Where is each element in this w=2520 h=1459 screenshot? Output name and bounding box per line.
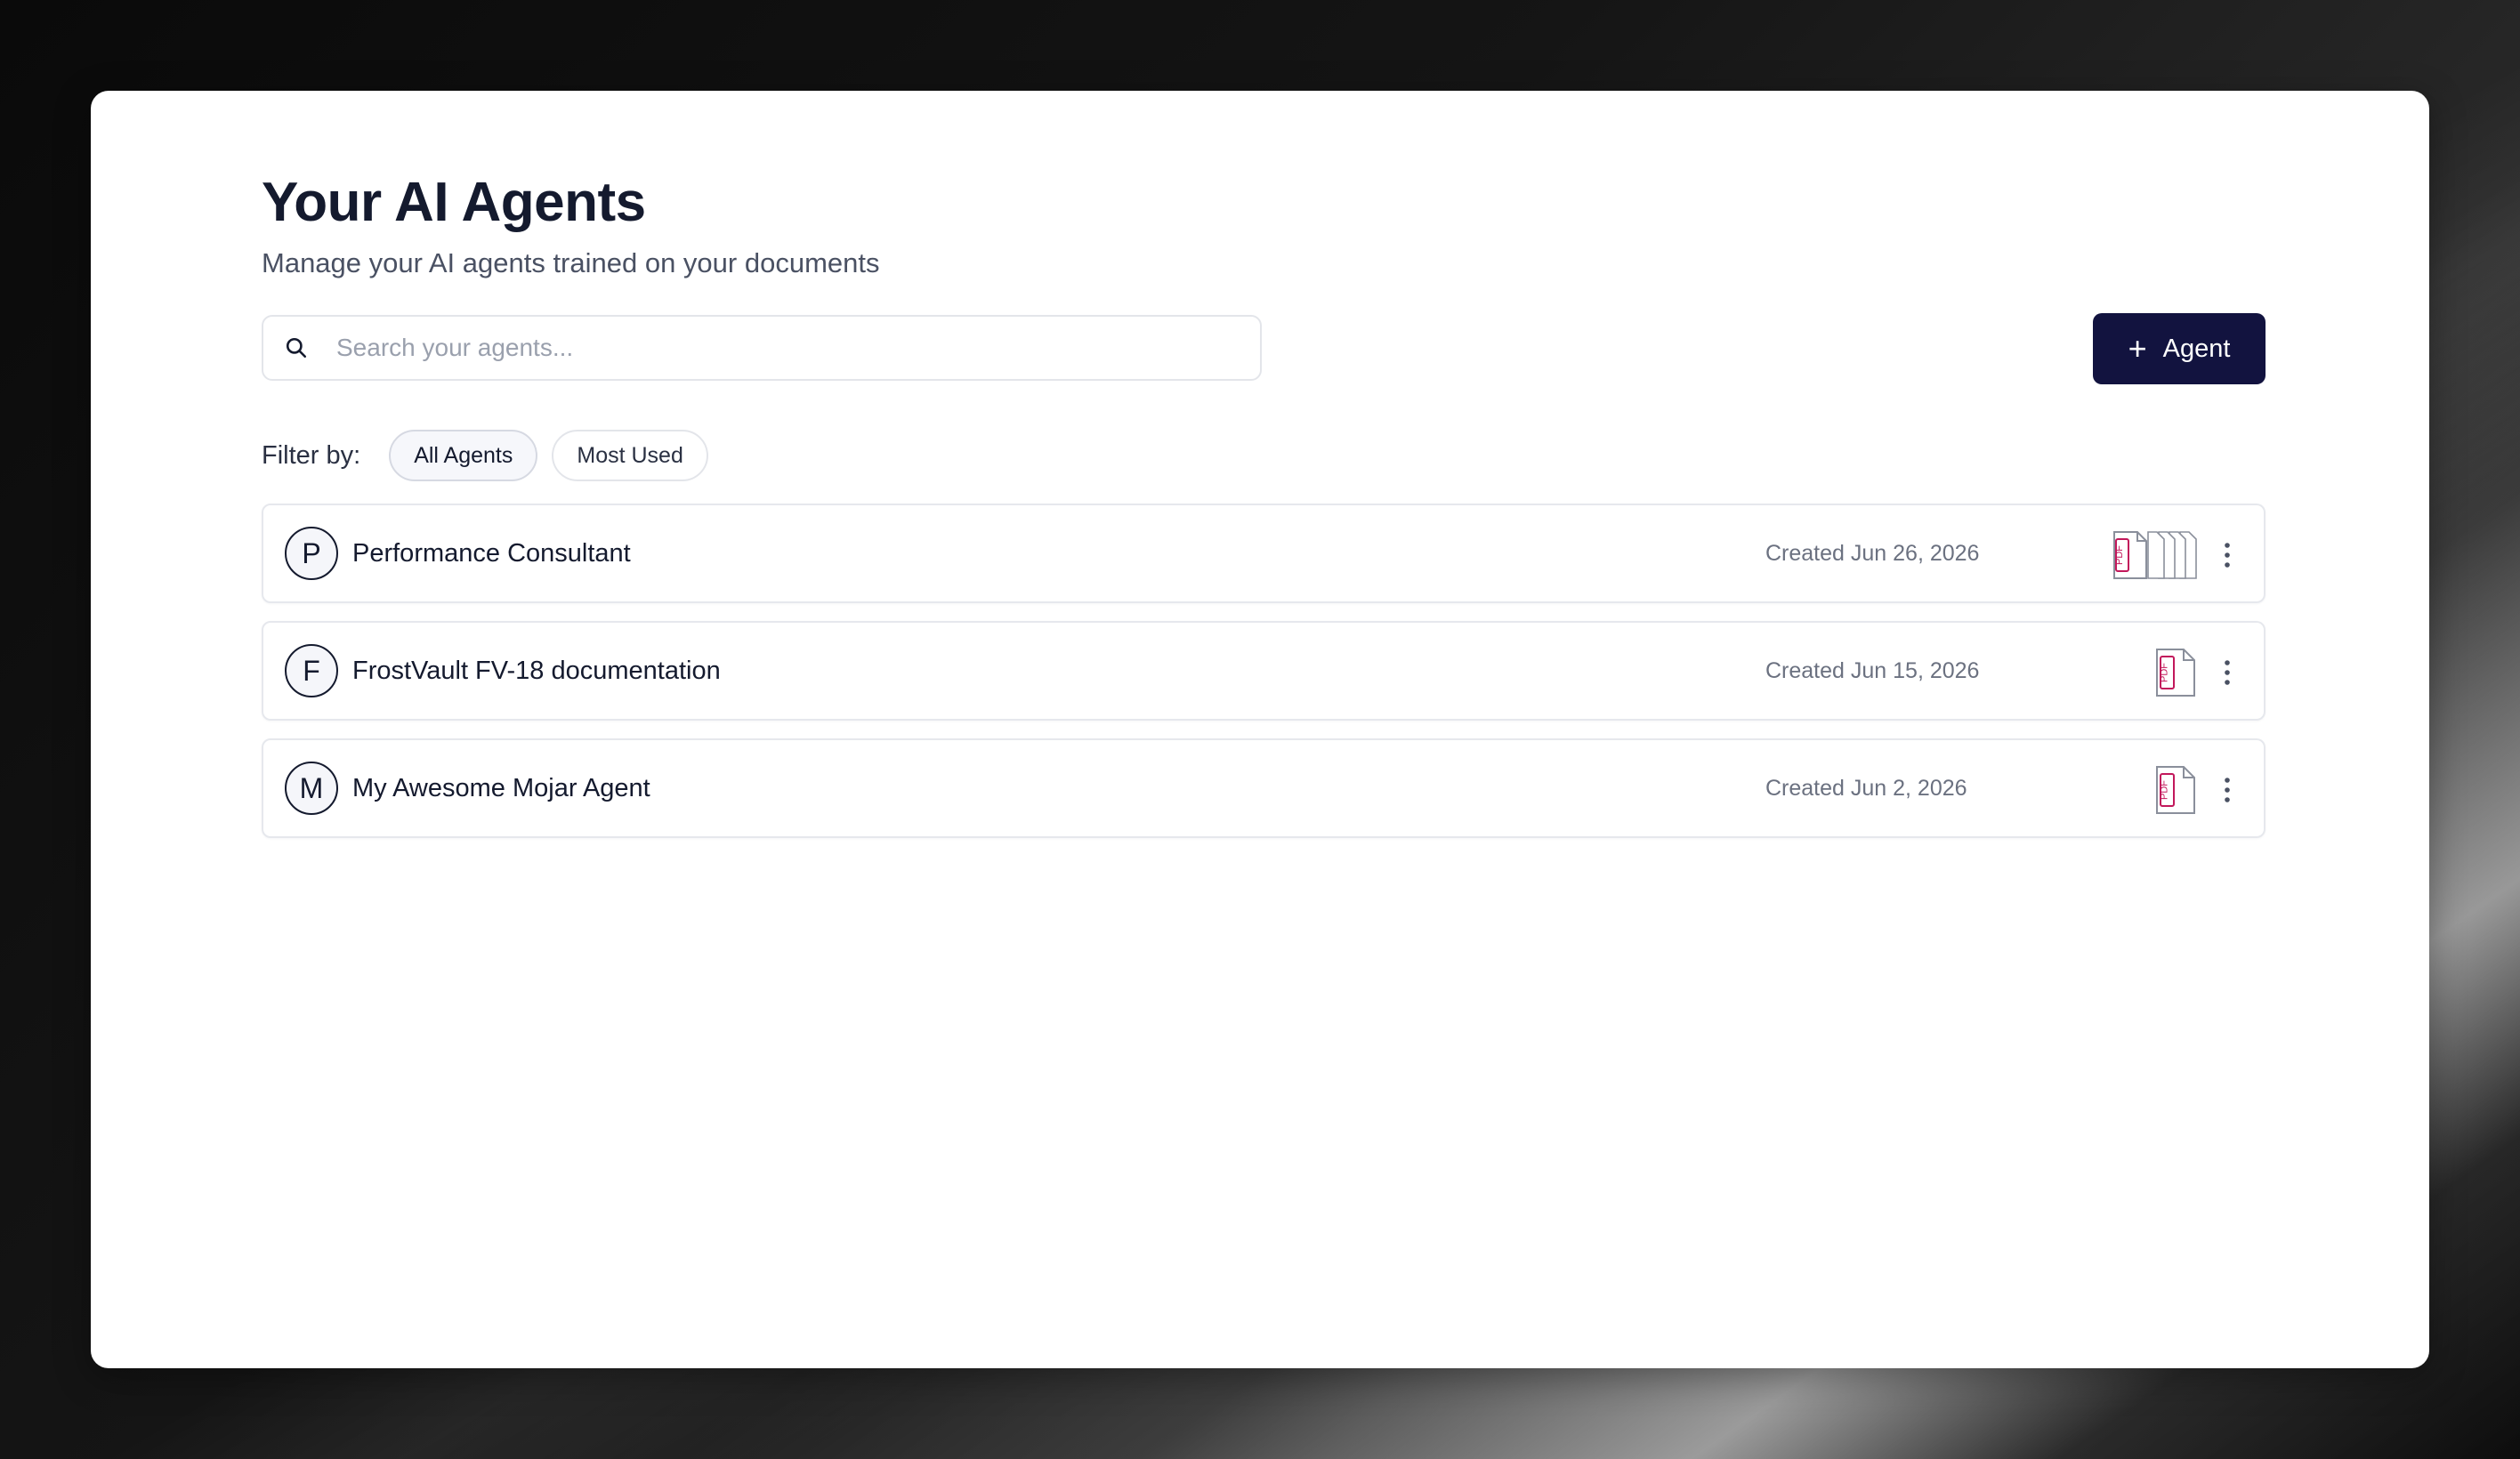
search-input[interactable] [335, 333, 1210, 363]
agent-row[interactable]: M My Awesome Mojar Agent Created Jun 2, … [262, 738, 2266, 838]
created-date: Created Jun 15, 2026 [1765, 657, 1980, 683]
agent-name: My Awesome Mojar Agent [352, 773, 650, 802]
avatar: F [285, 644, 338, 697]
agent-name: Performance Consultant [352, 538, 631, 568]
pdf-label: PDF [2114, 545, 2125, 565]
agent-name: FrostVault FV-18 documentation [352, 656, 721, 685]
filter-label: Filter by: [262, 440, 361, 470]
page-subtitle: Manage your AI agents trained on your do… [262, 247, 880, 278]
agents-content: Your AI Agents Manage your AI agents tra… [262, 165, 2266, 856]
add-agent-button[interactable]: + Agent [2093, 313, 2266, 384]
agent-list: P Performance Consultant Created Jun 26,… [262, 504, 2266, 838]
search-box[interactable] [262, 315, 1262, 381]
add-agent-label: Agent [2162, 334, 2231, 363]
agent-row[interactable]: P Performance Consultant Created Jun 26,… [262, 504, 2266, 603]
plus-icon: + [2128, 330, 2147, 367]
avatar: M [285, 762, 338, 815]
page-title: Your AI Agents [262, 172, 646, 233]
pdf-stack-icon: PDF [2113, 531, 2197, 579]
avatar: P [285, 527, 338, 580]
filter-bar: Filter by: All Agents Most Used [262, 429, 2266, 482]
created-date: Created Jun 2, 2026 [1765, 775, 1967, 801]
pdf-icon: PDF [2156, 649, 2195, 697]
toolbar: + Agent [262, 313, 2266, 386]
more-vertical-icon[interactable] [2221, 658, 2233, 687]
more-vertical-icon[interactable] [2221, 541, 2233, 569]
filter-chip-all-agents[interactable]: All Agents [389, 430, 538, 481]
pdf-label: PDF [2160, 780, 2170, 800]
search-icon [286, 337, 307, 359]
pdf-icon: PDF [2156, 766, 2195, 814]
agent-row[interactable]: F FrostVault FV-18 documentation Created… [262, 621, 2266, 721]
pdf-label: PDF [2160, 663, 2170, 682]
agents-panel: Your AI Agents Manage your AI agents tra… [91, 91, 2429, 1368]
filter-chip-most-used[interactable]: Most Used [552, 430, 708, 481]
created-date: Created Jun 26, 2026 [1765, 540, 1980, 566]
more-vertical-icon[interactable] [2221, 776, 2233, 804]
